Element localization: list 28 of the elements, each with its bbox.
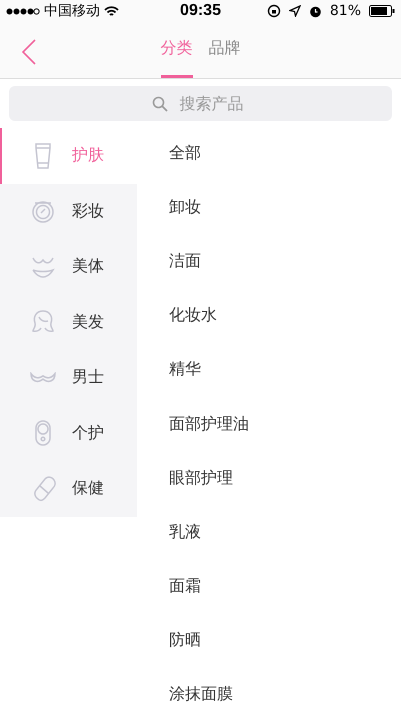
category-item[interactable]: 彩妆 xyxy=(0,184,137,239)
wifi-icon xyxy=(104,6,119,16)
battery-percentage: 81% xyxy=(330,3,362,19)
search-icon xyxy=(152,96,168,112)
back-icon[interactable] xyxy=(22,39,36,65)
battery-icon xyxy=(369,5,396,17)
subcategory-item[interactable]: 乳液 xyxy=(169,522,201,543)
signal-icon xyxy=(6,8,40,14)
subcategory-item[interactable]: 眼部护理 xyxy=(169,468,233,489)
category-item[interactable]: 美发 xyxy=(0,294,137,350)
subcategory-item[interactable]: 精华 xyxy=(169,359,201,380)
location-arrow-icon xyxy=(288,5,301,17)
mustache-icon xyxy=(30,372,56,384)
search-field[interactable]: 搜索产品 xyxy=(9,86,392,121)
subcategory-item[interactable]: 全部 xyxy=(169,142,201,164)
carrier-text: 中国移动 xyxy=(44,2,100,20)
subcategory-item[interactable]: 面霜 xyxy=(169,576,201,598)
subcategory-item[interactable]: 卸妆 xyxy=(169,196,201,218)
category-item[interactable]: 个护 xyxy=(0,406,137,461)
category-item[interactable]: 男士 xyxy=(0,350,137,406)
clock-text: 09:35 xyxy=(180,2,221,20)
category-item[interactable]: 美体 xyxy=(0,239,137,294)
subcategory-item[interactable]: 防晒 xyxy=(169,630,201,652)
category-item[interactable]: 保健 xyxy=(0,461,137,516)
subcategory-item[interactable]: 洁面 xyxy=(169,250,201,272)
subcategory-item[interactable]: 化妆水 xyxy=(169,305,217,326)
subcategory-item[interactable]: 面部护理油 xyxy=(169,414,249,435)
subcategory-item[interactable]: 涂抹面膜 xyxy=(169,684,233,706)
